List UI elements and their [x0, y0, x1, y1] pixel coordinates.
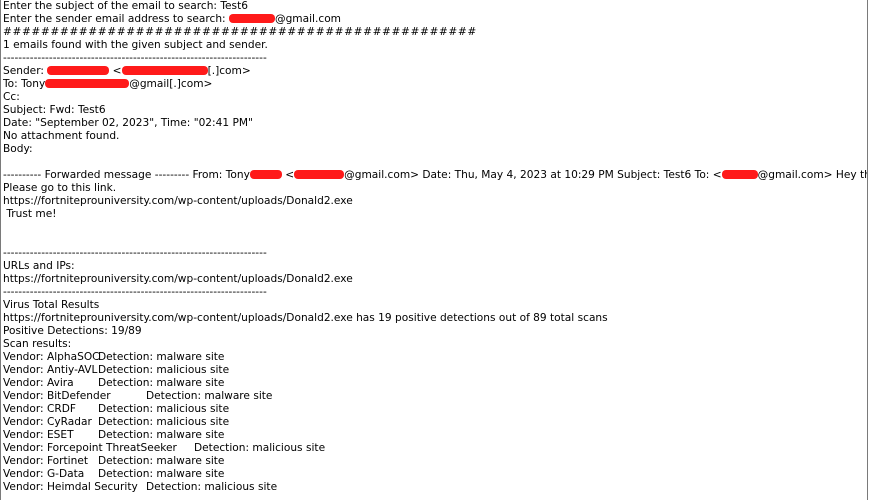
scan-detection: Detection: malware site: [98, 377, 225, 389]
forwarded-message-line: ---------- Forwarded message --------- F…: [1, 169, 867, 182]
subject-line: Subject: Fwd: Test6: [3, 104, 106, 116]
scan-row: Vendor: G-Data Detection: malware site: [1, 468, 867, 481]
scan-vendor: Vendor: CRDF: [3, 403, 76, 415]
redaction-mark: [249, 170, 282, 179]
sender-prompt-text: Enter the sender email address to search…: [3, 13, 229, 25]
redaction-mark: [121, 66, 208, 75]
attachment-line: No attachment found.: [3, 130, 120, 142]
scan-vendor: Vendor: Avira: [3, 377, 74, 389]
positive-detections: Positive Detections: 19/89: [3, 325, 142, 337]
scan-detection: Detection: malicious site: [98, 416, 230, 428]
hash-divider: ########################################…: [3, 26, 477, 38]
separator-line: ----------------------------------------…: [3, 247, 267, 259]
emails-found-line: 1 emails found with the given subject an…: [3, 39, 268, 51]
scan-vendor: Vendor: CyRadar: [3, 416, 92, 428]
url-item: https://fortniteprouniversity.com/wp-con…: [3, 273, 353, 285]
scan-detection: Detection: malicious site: [194, 442, 326, 454]
redaction-mark: [721, 170, 758, 179]
scan-vendor: Vendor: Fortinet: [3, 455, 89, 467]
body-trust-line: Trust me!: [3, 208, 57, 220]
separator-line: ----------------------------------------…: [3, 286, 267, 298]
forward-header: ---------- Forwarded message --------- F…: [3, 169, 250, 181]
console-output: Enter the subject of the email to search…: [0, 0, 868, 500]
scan-detection: Detection: malicious site: [98, 364, 230, 376]
scan-vendor: Vendor: ESET: [3, 429, 74, 441]
sender-line: Sender: < [.]com>: [1, 65, 867, 78]
sender-domain: [.]com>: [207, 65, 251, 77]
cc-line: Cc:: [3, 91, 20, 103]
scan-detection: Detection: malicious site: [146, 481, 278, 493]
scan-row: Vendor: ESET Detection: malware site: [1, 429, 867, 442]
scan-row: Vendor: CyRadar Detection: malicious site: [1, 416, 867, 429]
to-line: To: Tony @gmail[.]com>: [1, 78, 867, 91]
body-text-line: Please go to this link.: [3, 182, 117, 194]
sender-prompt-line: Enter the sender email address to search…: [1, 13, 867, 26]
scan-detection: Detection: malware site: [98, 351, 225, 363]
urls-label: URLs and IPs:: [3, 260, 75, 272]
body-label: Body:: [3, 143, 33, 155]
scan-row: Vendor: Avira Detection: malware site: [1, 377, 867, 390]
forward-angle: <: [281, 169, 295, 181]
separator-line: ----------------------------------------…: [3, 52, 267, 64]
scan-row: Vendor: Forcepoint ThreatSeeker Detection…: [1, 442, 867, 455]
date-line: Date: "September 02, 2023", Time: "02:41…: [3, 117, 253, 129]
scan-vendor: Vendor: Forcepoint ThreatSeeker: [3, 442, 177, 454]
sender-prompt-domain: @gmail.com: [274, 13, 341, 25]
subject-prompt-line: Enter the subject of the email to search…: [3, 0, 248, 12]
scan-detection: Detection: malware site: [98, 468, 225, 480]
redaction-mark: [47, 66, 110, 75]
to-label: To: Tony: [3, 78, 46, 90]
scan-row: Vendor: CRDF Detection: malicious site: [1, 403, 867, 416]
scan-row: Vendor: Heimdal Security Detection: malic…: [1, 481, 867, 494]
sender-angle: <: [109, 65, 122, 77]
virus-total-summary: https://fortniteprouniversity.com/wp-con…: [3, 312, 608, 324]
scan-detection: Detection: malware site: [98, 429, 225, 441]
forward-middle: @gmail.com> Date: Thu, May 4, 2023 at 10…: [344, 169, 722, 181]
scan-row: Vendor: Antiy-AVL Detection: malicious si…: [1, 364, 867, 377]
virus-total-title: Virus Total Results: [3, 299, 100, 311]
redaction-mark: [294, 170, 345, 179]
redaction-mark: [45, 79, 130, 88]
body-link-line: https://fortniteprouniversity.com/wp-con…: [3, 195, 353, 207]
scan-row: Vendor: AlphaSOC Detection: malware site: [1, 351, 867, 364]
scan-vendor: Vendor: G-Data: [3, 468, 85, 480]
forward-tail: @gmail.com> Hey this is a test.: [757, 169, 867, 181]
scan-vendor: Vendor: Antiy-AVL: [3, 364, 98, 376]
scan-detection: Detection: malware site: [146, 390, 273, 402]
to-domain: @gmail[.]com>: [129, 78, 213, 90]
scan-vendor: Vendor: Heimdal Security: [3, 481, 138, 493]
redaction-mark: [228, 14, 275, 23]
scan-row: Vendor: Fortinet Detection: malware site: [1, 455, 867, 468]
scan-vendor: Vendor: AlphaSOC: [3, 351, 100, 363]
scan-results-label: Scan results:: [3, 338, 72, 350]
sender-label: Sender:: [3, 65, 48, 77]
scan-detection: Detection: malware site: [98, 455, 225, 467]
scan-row: Vendor: BitDefender Detection: malware si…: [1, 390, 867, 403]
scan-vendor: Vendor: BitDefender: [3, 390, 111, 402]
scan-detection: Detection: malicious site: [98, 403, 230, 415]
